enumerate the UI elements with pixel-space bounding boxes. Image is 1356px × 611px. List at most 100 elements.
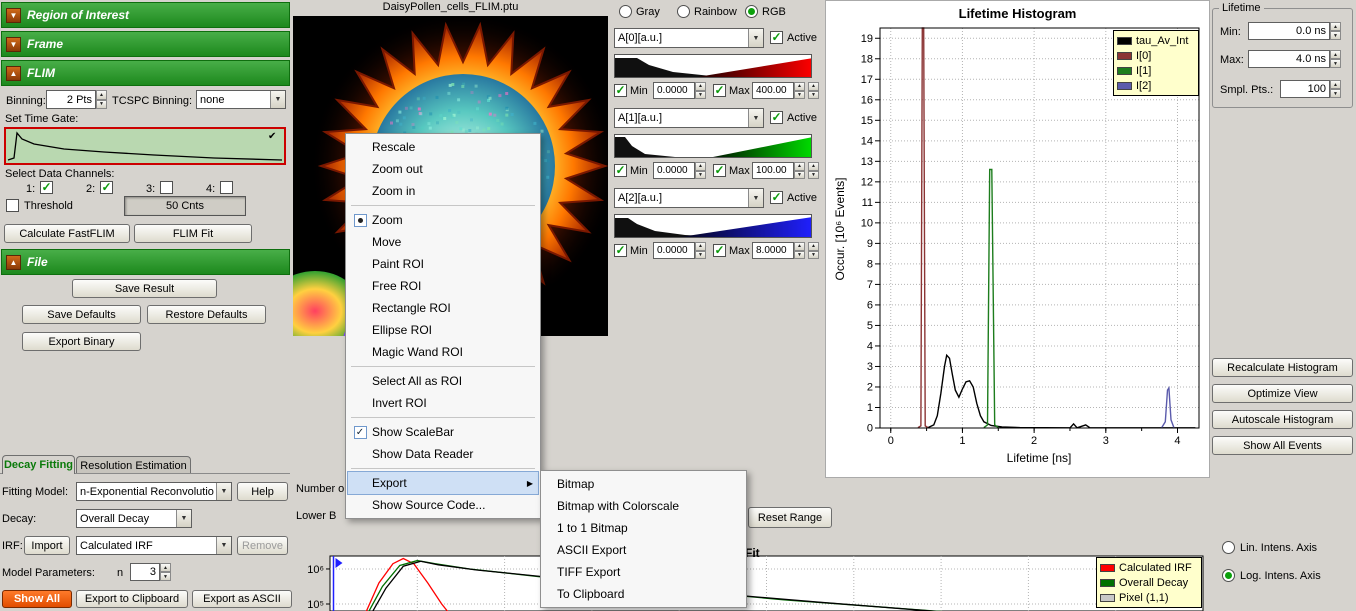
save-defaults-button[interactable]: Save Defaults <box>22 305 141 324</box>
collapse-icon[interactable]: ▼ <box>6 8 21 23</box>
save-result-button[interactable]: Save Result <box>72 279 217 298</box>
channel-0-range-spinner[interactable]: ▲▼ <box>808 82 819 99</box>
menu-item-show-data-reader[interactable]: Show Data Reader <box>348 443 538 465</box>
tab-decay-fitting[interactable]: Decay Fitting <box>2 455 75 474</box>
channel-0-histogram[interactable] <box>614 54 812 78</box>
submenu-item-tiff-export[interactable]: TIFF Export <box>543 561 744 583</box>
channel-4-checkbox[interactable] <box>220 181 233 194</box>
spin-up-icon[interactable]: ▲ <box>808 82 819 91</box>
channel-0-max-input[interactable]: 400.00 <box>752 82 794 99</box>
spin-down-icon[interactable]: ▼ <box>794 171 805 180</box>
section-header-file[interactable]: ▲ File <box>1 249 290 275</box>
menu-item-zoom[interactable]: Zoom <box>348 209 538 231</box>
fitting-model-select[interactable]: n-Exponential Reconvolutio▼ <box>76 482 232 501</box>
channel-0-max-spinner[interactable]: ▲▼ <box>794 82 805 99</box>
spin-up-icon[interactable]: ▲ <box>695 242 706 251</box>
gray-radio[interactable] <box>619 5 632 18</box>
optimize-view-button[interactable]: Optimize View <box>1212 384 1353 403</box>
spin-down-icon[interactable]: ▼ <box>160 572 171 581</box>
menu-item-zoom-out[interactable]: Zoom out <box>348 158 538 180</box>
calculate-fastflim-button[interactable]: Calculate FastFLIM <box>4 224 130 243</box>
spin-down-icon[interactable]: ▼ <box>1330 31 1341 40</box>
spin-up-icon[interactable]: ▲ <box>794 82 805 91</box>
spin-up-icon[interactable]: ▲ <box>1330 80 1341 89</box>
channel-1-min-input[interactable]: 0.0000 <box>653 162 695 179</box>
spin-up-icon[interactable]: ▲ <box>695 162 706 171</box>
channel-0-active-checkbox[interactable] <box>770 31 783 44</box>
expand-icon[interactable]: ▲ <box>6 255 21 270</box>
irf-select[interactable]: Calculated IRF▼ <box>76 536 232 555</box>
channel-2-min-input[interactable]: 0.0000 <box>653 242 695 259</box>
channel-2-checkbox[interactable] <box>100 181 113 194</box>
menu-item-free-roi[interactable]: Free ROI <box>348 275 538 297</box>
channel-0-min-input[interactable]: 0.0000 <box>653 82 695 99</box>
spin-down-icon[interactable]: ▼ <box>695 91 706 100</box>
section-header-flim[interactable]: ▲ FLIM <box>1 60 290 86</box>
lifetime-max-input[interactable]: 4.0 ns <box>1248 50 1330 68</box>
submenu-item-1-to-1-bitmap[interactable]: 1 to 1 Bitmap <box>543 517 744 539</box>
channel-2-max-spinner[interactable]: ▲▼ <box>794 242 805 259</box>
spin-up-icon[interactable]: ▲ <box>808 242 819 251</box>
channel-0-max-checkbox[interactable] <box>713 84 726 97</box>
channel-1-range-spinner[interactable]: ▲▼ <box>808 162 819 179</box>
irf-import-button[interactable]: Import <box>24 536 70 555</box>
threshold-checkbox[interactable] <box>6 199 19 212</box>
lifetime-min-input[interactable]: 0.0 ns <box>1248 22 1330 40</box>
spin-up-icon[interactable]: ▲ <box>1330 50 1341 59</box>
spin-down-icon[interactable]: ▼ <box>695 171 706 180</box>
menu-item-paint-roi[interactable]: Paint ROI <box>348 253 538 275</box>
recalculate-histogram-button[interactable]: Recalculate Histogram <box>1212 358 1353 377</box>
spin-down-icon[interactable]: ▼ <box>808 251 819 260</box>
tcspc-binning-select[interactable]: none▼ <box>196 90 286 109</box>
spin-down-icon[interactable]: ▼ <box>808 171 819 180</box>
spin-up-icon[interactable]: ▲ <box>1330 22 1341 31</box>
menu-item-rescale[interactable]: Rescale <box>348 136 538 158</box>
flim-fit-button[interactable]: FLIM Fit <box>134 224 252 243</box>
sample-points-input[interactable]: 100 <box>1280 80 1330 98</box>
spin-up-icon[interactable]: ▲ <box>96 90 107 100</box>
help-button[interactable]: Help <box>237 482 288 501</box>
rainbow-radio[interactable] <box>677 5 690 18</box>
submenu-item-ascii-export[interactable]: ASCII Export <box>543 539 744 561</box>
autoscale-histogram-button[interactable]: Autoscale Histogram <box>1212 410 1353 429</box>
show-all-button[interactable]: Show All <box>2 590 72 608</box>
tab-resolution-estimation[interactable]: Resolution Estimation <box>76 456 191 474</box>
submenu-item-bitmap[interactable]: Bitmap <box>543 473 744 495</box>
spin-down-icon[interactable]: ▼ <box>1330 89 1341 98</box>
binning-spinner[interactable]: ▲▼ <box>96 90 107 109</box>
spin-up-icon[interactable]: ▲ <box>695 82 706 91</box>
channel-2-range-spinner[interactable]: ▲▼ <box>808 242 819 259</box>
export-as-ascii-button[interactable]: Export as ASCII <box>192 590 292 608</box>
export-binary-button[interactable]: Export Binary <box>22 332 141 351</box>
channel-0-min-spinner[interactable]: ▲▼ <box>695 82 706 99</box>
collapse-icon[interactable]: ▼ <box>6 37 21 52</box>
menu-item-show-source-code[interactable]: Show Source Code... <box>348 494 538 516</box>
channel-1-max-spinner[interactable]: ▲▼ <box>794 162 805 179</box>
n-spinner[interactable]: ▲▼ <box>160 563 171 581</box>
channel-2-active-checkbox[interactable] <box>770 191 783 204</box>
lin-intens-axis-radio[interactable] <box>1222 541 1235 554</box>
lifetime-max-spinner[interactable]: ▲▼ <box>1330 50 1341 68</box>
menu-item-magic-wand-roi[interactable]: Magic Wand ROI <box>348 341 538 363</box>
spin-down-icon[interactable]: ▼ <box>695 251 706 260</box>
log-intens-axis-radio[interactable] <box>1222 569 1235 582</box>
channel-1-max-input[interactable]: 100.00 <box>752 162 794 179</box>
expand-icon[interactable]: ▲ <box>6 66 21 81</box>
menu-item-rectangle-roi[interactable]: Rectangle ROI <box>348 297 538 319</box>
reset-range-button[interactable]: Reset Range <box>748 507 832 528</box>
export-to-clipboard-button[interactable]: Export to Clipboard <box>76 590 188 608</box>
channel-2-max-checkbox[interactable] <box>713 244 726 257</box>
lifetime-min-spinner[interactable]: ▲▼ <box>1330 22 1341 40</box>
n-input[interactable]: 3 <box>130 563 160 581</box>
channel-1-min-checkbox[interactable] <box>614 164 627 177</box>
rgb-radio[interactable] <box>745 5 758 18</box>
submenu-item-bitmap-with-colorscale[interactable]: Bitmap with Colorscale <box>543 495 744 517</box>
channel-3-checkbox[interactable] <box>160 181 173 194</box>
spin-up-icon[interactable]: ▲ <box>808 162 819 171</box>
decay-select[interactable]: Overall Decay▼ <box>76 509 192 528</box>
restore-defaults-button[interactable]: Restore Defaults <box>147 305 266 324</box>
channel-1-source-select[interactable]: A[1][a.u.]▼ <box>614 108 764 128</box>
menu-item-show-scalebar[interactable]: ✓Show ScaleBar <box>348 421 538 443</box>
show-all-events-button[interactable]: Show All Events <box>1212 436 1353 455</box>
channel-1-checkbox[interactable] <box>40 181 53 194</box>
